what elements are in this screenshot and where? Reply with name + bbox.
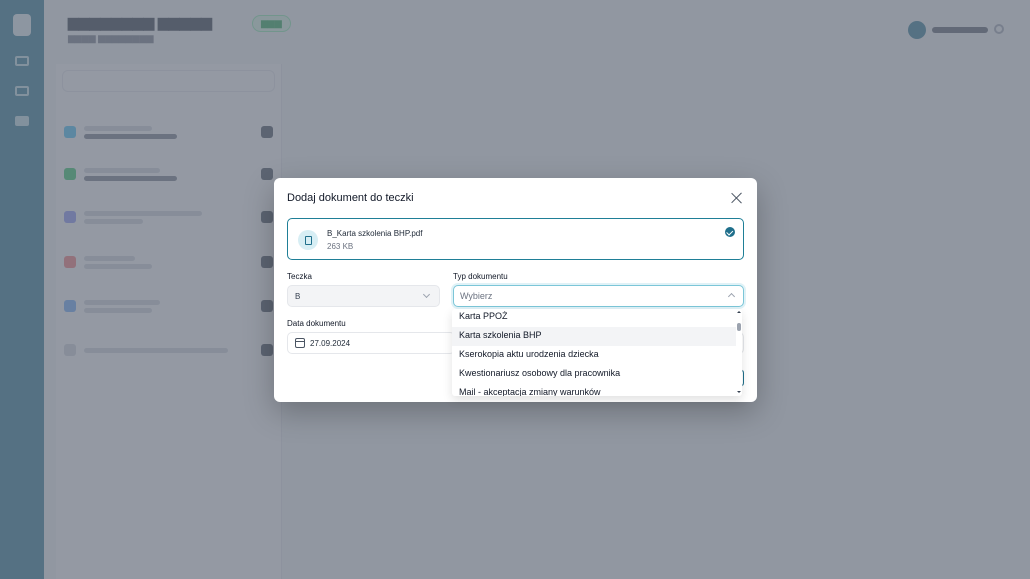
- dropdown-option[interactable]: Mail - akceptacja zmiany warunków: [452, 384, 736, 396]
- document-type-select[interactable]: Wybierz: [453, 285, 744, 307]
- modal-title: Dodaj dokument do teczki: [287, 192, 414, 204]
- uploaded-file-card: B_Karta szkolenia BHP.pdf 263 KB: [287, 218, 744, 260]
- date-input[interactable]: 27.09.2024: [287, 332, 455, 354]
- folder-select[interactable]: B: [287, 285, 440, 307]
- close-icon[interactable]: [731, 192, 743, 204]
- check-circle-icon: [725, 227, 735, 237]
- scroll-thumb[interactable]: [737, 323, 741, 331]
- date-value: 27.09.2024: [310, 339, 351, 348]
- folder-select-value: B: [295, 292, 301, 301]
- document-type-label: Typ dokumentu: [453, 272, 508, 281]
- calendar-icon: [295, 338, 305, 348]
- chevron-down-icon: [422, 290, 431, 299]
- document-type-placeholder: Wybierz: [460, 291, 493, 301]
- folder-label: Teczka: [287, 272, 312, 281]
- dropdown-option-highlighted[interactable]: Karta szkolenia BHP: [452, 327, 736, 346]
- dropdown-option[interactable]: Kwestionariusz osobowy dla pracownika: [452, 365, 736, 384]
- scroll-up-icon[interactable]: [737, 311, 741, 313]
- file-icon: [298, 230, 318, 250]
- date-label: Data dokumentu: [287, 319, 346, 328]
- file-size: 263 KB: [327, 242, 354, 251]
- document-type-dropdown: Karta PPOŻ Karta szkolenia BHP Kserokopi…: [452, 309, 742, 396]
- chevron-up-icon: [727, 292, 736, 301]
- scroll-down-icon[interactable]: [737, 391, 741, 393]
- dropdown-option[interactable]: Karta PPOŻ: [452, 309, 736, 327]
- file-name: B_Karta szkolenia BHP.pdf: [327, 229, 423, 238]
- dropdown-scrollbar[interactable]: [736, 309, 742, 396]
- dropdown-option[interactable]: Kserokopia aktu urodzenia dziecka: [452, 346, 736, 365]
